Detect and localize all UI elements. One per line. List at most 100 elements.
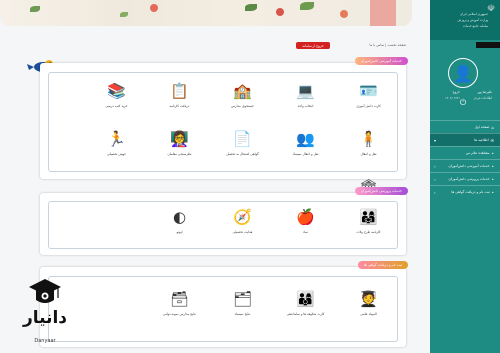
section-title: ثبت نام و دریافت گواهی ها bbox=[357, 261, 408, 269]
chevron-icon: ▾ bbox=[434, 137, 437, 143]
leaf-decoration bbox=[300, 2, 314, 10]
sidebar-item[interactable]: صفحه اول ⌂ bbox=[430, 120, 500, 133]
graduation-cap-logo bbox=[29, 279, 61, 303]
academic-jump-icon: 🏃 bbox=[107, 129, 126, 148]
announcements-icon: ✉ bbox=[490, 137, 494, 143]
sidebar-item[interactable]: ▾ اطلاعیه ها ✉ bbox=[430, 133, 500, 146]
laptop-selection-icon: 💻 bbox=[296, 81, 315, 100]
top-bar: خروج از سامانه صفحه نخست | تماس با ما bbox=[0, 38, 412, 50]
service-label: المپیاد علمی bbox=[360, 312, 377, 316]
view-icon: • bbox=[491, 150, 494, 156]
sidebar-menu: صفحه اول ⌂ ▾ اطلاعیه ها ✉ مشاهده علام س • ‹ خدما… bbox=[430, 120, 500, 198]
blossom-card-icon: 👨‍👩‍👦 bbox=[296, 289, 315, 308]
chevron-icon: ‹ bbox=[434, 163, 436, 169]
sidebar-item[interactable]: ‹ ثبت نام و دریافت گواهی ها • bbox=[430, 185, 500, 198]
service-tile[interactable]: 🧑‍🎓 المپیاد علمی bbox=[337, 289, 400, 327]
leaf-decoration bbox=[30, 6, 40, 12]
power-icon[interactable]: ⏻ bbox=[458, 98, 468, 108]
header-line: وزارت آموزش و پرورش bbox=[457, 18, 488, 22]
flower-decoration bbox=[340, 10, 348, 18]
service-tile[interactable]: 📄 گواهی اشتغال به تحصیل bbox=[211, 129, 274, 167]
service-tile[interactable]: 🗂 نتایج نمیساد bbox=[211, 289, 274, 327]
home-icon: ⌂ bbox=[491, 124, 494, 130]
sidebar-header: ☫ جمهوری اسلامی ایران وزارت آموزش و پرور… bbox=[430, 0, 500, 40]
service-tile[interactable]: ◐ اپوتو bbox=[148, 207, 211, 245]
service-tile[interactable]: 👥 نقل و انتقال نمیساد bbox=[274, 129, 337, 167]
service-label: نتایج مدارس نمونه دولتی bbox=[162, 312, 197, 316]
certificate-icon: 📄 bbox=[233, 129, 252, 148]
registration-panel: ثبت نام و دریافت گواهی ها 🧑‍🎓 المپیاد علم… bbox=[40, 261, 408, 347]
app-logo-icon: ◐ bbox=[172, 207, 187, 226]
olympiad-icon: 🧑‍🎓 bbox=[359, 289, 378, 308]
transfer-students-icon: 👥 bbox=[296, 129, 315, 148]
service-label: دریافت کارنامه bbox=[169, 104, 190, 108]
plan-report-icon: 👨‍👩‍👧 bbox=[359, 207, 378, 226]
leaf-decoration bbox=[245, 4, 257, 11]
logout-link[interactable]: خروج bbox=[453, 90, 460, 94]
section-title: خدمات پرورشی دانش‌آموزان bbox=[354, 187, 408, 195]
logout-button[interactable]: خروج از سامانه bbox=[296, 42, 330, 49]
service-label: کارت شکوفه ها و ساماندهی bbox=[286, 312, 325, 316]
service-tile[interactable]: 💻 انتخاب واحد bbox=[274, 81, 337, 119]
service-label: کارنامه طرح ولات bbox=[356, 230, 381, 234]
service-label: نماد bbox=[302, 230, 309, 234]
user-name[interactable]: علیرضا پور bbox=[478, 90, 492, 94]
service-tile[interactable]: 🧭 هدایت تحصیلی bbox=[211, 207, 274, 245]
redacted-label bbox=[476, 42, 500, 48]
school-search-icon: 🏫 bbox=[233, 81, 252, 100]
service-label: جهش تحصیلی bbox=[107, 152, 126, 156]
sidebar-item-label: خدمات پرورشی دانش‌آموزان bbox=[448, 177, 490, 181]
education-services-panel: خدمات آموزشی دانش‌آموزان 🪪 کارت دانش آموز… bbox=[40, 57, 408, 204]
watermark-latin: Danyaar bbox=[34, 338, 56, 344]
user-avatar-icon[interactable]: 👤 bbox=[448, 58, 478, 88]
education-icon: • bbox=[491, 163, 494, 169]
service-grid: 🧑‍🎓 المپیاد علمی 👨‍👩‍👦 کارت شکوفه ها و ساما… bbox=[64, 289, 400, 327]
user-info-link[interactable]: اطلاعات فردی bbox=[474, 96, 492, 100]
textbooks-icon: 📚 bbox=[107, 81, 126, 100]
sidebar-item[interactable]: ‹ خدمات پرورشی دانش‌آموزان • bbox=[430, 172, 500, 185]
service-tile[interactable]: 🍎 نماد bbox=[274, 207, 337, 245]
sidebar-item-label: صفحه اول bbox=[474, 125, 490, 129]
sidebar-item[interactable]: مشاهده علام س • bbox=[430, 146, 500, 159]
register-icon: • bbox=[491, 189, 494, 195]
section-title: خدمات آموزشی دانش‌آموزان bbox=[354, 57, 408, 65]
service-tile[interactable]: 👨‍👩‍👦 کارت شکوفه ها و ساماندهی bbox=[274, 289, 337, 327]
service-tile[interactable]: 🪪 کارت دانش آموزی bbox=[337, 81, 400, 119]
service-tile[interactable]: 📚 خرید کتب درسی bbox=[85, 81, 148, 119]
service-label: نقل و انتقال bbox=[360, 152, 377, 156]
service-tile[interactable]: 🏃 جهش تحصیلی bbox=[85, 129, 148, 167]
flower-decoration bbox=[150, 4, 158, 12]
teacher-survey-icon: 👩‍🏫 bbox=[170, 129, 189, 148]
sidebar-item-label: اطلاعیه ها bbox=[474, 138, 489, 142]
service-label: گواهی اشتغال به تحصیل bbox=[226, 152, 259, 156]
service-tile[interactable]: 🧍 نقل و انتقال bbox=[337, 129, 400, 167]
service-label: نظرسنجی معلمان bbox=[167, 152, 192, 156]
leaf-decoration bbox=[120, 12, 128, 17]
sidebar-item-label: خدمات آموزشی دانش‌آموزان bbox=[448, 164, 490, 168]
sidebar-item[interactable]: ‹ خدمات آموزشی دانش‌آموزان • bbox=[430, 159, 500, 172]
breadcrumb[interactable]: صفحه نخست | تماس با ما bbox=[346, 43, 406, 47]
symbol-icon: 🍎 bbox=[296, 207, 315, 226]
transfer-icon: 🧍 bbox=[359, 129, 378, 148]
service-grid: 👨‍👩‍👧 کارنامه طرح ولات 🍎 نماد 🧭 هدایت تحصیلی ◐… bbox=[64, 207, 400, 245]
id-card-icon: 🪪 bbox=[359, 81, 378, 100]
header-banner bbox=[0, 0, 412, 26]
report-card-icon: 📋 bbox=[170, 81, 189, 100]
service-tile[interactable]: 🗃 نتایج مدارس نمونه دولتی bbox=[148, 289, 211, 327]
service-label: اپوتو bbox=[176, 230, 183, 234]
chevron-icon: ‹ bbox=[434, 176, 436, 182]
service-tile[interactable]: 📋 دریافت کارنامه bbox=[148, 81, 211, 119]
service-label: خرید کتب درسی bbox=[105, 104, 128, 108]
model-school-results-icon: 🗃 bbox=[169, 289, 190, 308]
cultural-services-panel: خدمات پرورشی دانش‌آموزان 👨‍👩‍👧 کارنامه طر… bbox=[40, 187, 408, 255]
service-tile[interactable]: 👨‍👩‍👧 کارنامه طرح ولات bbox=[337, 207, 400, 245]
watermark-word: دانیار bbox=[22, 308, 68, 328]
sidebar-item-label: ثبت نام و دریافت گواهی ها bbox=[451, 190, 490, 194]
service-tile[interactable]: 🏫 جستجوی مدارس bbox=[211, 81, 274, 119]
service-label: هدایت تحصیلی bbox=[232, 230, 253, 234]
service-label: کارت دانش آموزی bbox=[356, 104, 381, 108]
service-tile[interactable]: 👩‍🏫 نظرسنجی معلمان bbox=[148, 129, 211, 167]
flower-decoration bbox=[276, 8, 284, 16]
service-label: نتایج نمیساد bbox=[234, 312, 251, 316]
results-icon: 🗂 bbox=[232, 289, 253, 308]
